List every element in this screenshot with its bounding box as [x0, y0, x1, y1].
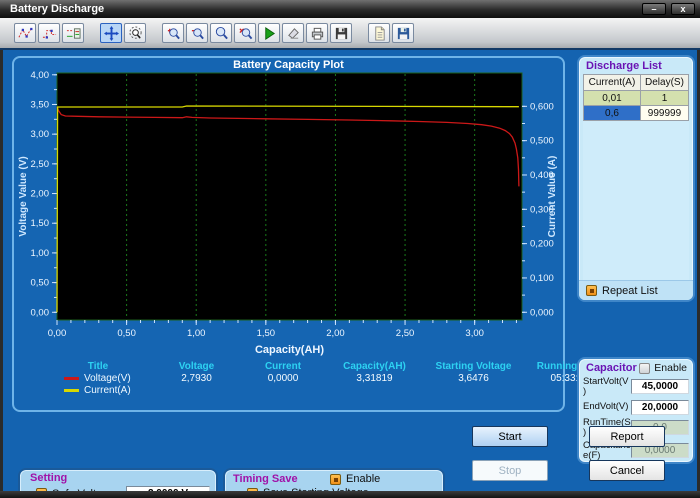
- stop-button: Stop: [472, 460, 548, 481]
- zoom-region-icon[interactable]: [124, 23, 146, 43]
- repeat-list-row: Repeat List: [579, 280, 693, 300]
- capacitor-title: Capacitor: [586, 362, 637, 374]
- zoom-reset-icon[interactable]: [234, 23, 256, 43]
- erase-icon[interactable]: [282, 23, 304, 43]
- svg-text:Current Value (A): Current Value (A): [547, 156, 558, 238]
- report-button[interactable]: Report: [589, 426, 665, 447]
- timing-enable-label: Enable: [346, 473, 380, 485]
- svg-text:0,00: 0,00: [31, 307, 50, 318]
- discharge-list-title: Discharge List: [579, 57, 693, 74]
- svg-text:Capacity(AH): Capacity(AH): [255, 344, 324, 356]
- legend-value-capacity: 3,31819: [327, 373, 422, 384]
- svg-text:0,100: 0,100: [530, 273, 554, 284]
- battery-capacity-chart[interactable]: 0,00 0,50 1,00 1,50 2,00 2,50 3,00 0,00 0,50 1,00…: [14, 71, 567, 359]
- voltage-swatch-icon: [64, 377, 79, 380]
- timing-enable-checkbox[interactable]: [330, 474, 341, 485]
- svg-text:1,00: 1,00: [31, 248, 50, 259]
- legend-header-voltage: Voltage: [154, 361, 239, 372]
- close-button[interactable]: x: [671, 3, 695, 15]
- legend-header-starting-voltage: Starting Voltage: [422, 361, 525, 372]
- title-bar: Battery Discharge – x: [0, 0, 700, 18]
- capacitor-enable-checkbox[interactable]: [639, 363, 650, 374]
- svg-text:0,000: 0,000: [530, 307, 554, 318]
- legend-item-voltage: Voltage(V): [42, 373, 154, 384]
- capacitor-enable-label: Enable: [654, 362, 687, 374]
- svg-text:3,00: 3,00: [31, 129, 50, 140]
- toolbar: [0, 18, 700, 50]
- legend-value-current: 0,0000: [239, 373, 327, 384]
- startvolt-label: StartVolt(V): [583, 377, 631, 397]
- svg-text:0,00: 0,00: [48, 328, 67, 339]
- window-title: Battery Discharge: [0, 3, 642, 15]
- capacitor-panel: Capacitor Enable StartVolt(V) EndVolt(V)…: [577, 357, 695, 464]
- curve-step-icon[interactable]: [38, 23, 60, 43]
- startvolt-field[interactable]: [631, 379, 689, 394]
- minimize-button[interactable]: –: [642, 3, 666, 15]
- svg-text:1,00: 1,00: [187, 328, 206, 339]
- svg-text:1,50: 1,50: [31, 218, 50, 229]
- repeat-list-checkbox[interactable]: [586, 285, 597, 296]
- battery-capacity-plot-panel: Battery Capacity Plot 0,00 0,50 1,00 1,50 2,…: [12, 56, 565, 412]
- svg-text:0,200: 0,200: [530, 239, 554, 250]
- discharge-table: Current(A) Delay(S) 0,01 1 0,6 999999: [583, 74, 689, 121]
- window-bottom-edge: [0, 491, 700, 498]
- legend-value-starting-voltage: 3,6476: [422, 373, 525, 384]
- setting-title: Setting: [26, 471, 210, 484]
- svg-text:2,00: 2,00: [326, 328, 345, 339]
- zoom-in-icon[interactable]: [162, 23, 184, 43]
- svg-text:3,50: 3,50: [31, 99, 50, 110]
- curve-legend-icon[interactable]: [62, 23, 84, 43]
- svg-text:1,50: 1,50: [257, 328, 276, 339]
- svg-text:0,50: 0,50: [117, 328, 136, 339]
- svg-text:2,00: 2,00: [31, 189, 50, 200]
- svg-text:Voltage Value (V): Voltage Value (V): [18, 156, 29, 236]
- discharge-list-panel: Discharge List Current(A) Delay(S) 0,01 …: [577, 55, 695, 302]
- svg-text:4,00: 4,00: [31, 71, 50, 81]
- svg-text:0,600: 0,600: [530, 101, 554, 112]
- run-icon[interactable]: [258, 23, 280, 43]
- discharge-col-delay: Delay(S): [640, 75, 688, 91]
- svg-text:2,50: 2,50: [396, 328, 415, 339]
- report-file-icon[interactable]: [368, 23, 390, 43]
- save-data-icon[interactable]: [392, 23, 414, 43]
- pan-tool-icon[interactable]: [100, 23, 122, 43]
- zoom-window-icon[interactable]: [210, 23, 232, 43]
- legend-header-current: Current: [239, 361, 327, 372]
- endvolt-field[interactable]: [631, 400, 689, 415]
- repeat-list-label: Repeat List: [602, 285, 658, 297]
- battery-discharge-window: Battery Discharge – x Battery Capacity P…: [0, 0, 700, 498]
- curve-points-icon[interactable]: [14, 23, 36, 43]
- save-icon[interactable]: [330, 23, 352, 43]
- table-row[interactable]: 0,01 1: [584, 91, 689, 106]
- discharge-col-current: Current(A): [584, 75, 641, 91]
- zoom-out-icon[interactable]: [186, 23, 208, 43]
- table-row[interactable]: 0,6 999999: [584, 106, 689, 121]
- start-button[interactable]: Start: [472, 426, 548, 447]
- svg-text:0,50: 0,50: [31, 278, 50, 289]
- legend-header-capacity: Capacity(AH): [327, 361, 422, 372]
- chart-title: Battery Capacity Plot: [14, 58, 563, 71]
- print-icon[interactable]: [306, 23, 328, 43]
- window-body: Battery Capacity Plot 0,00 0,50 1,00 1,50 2,…: [3, 50, 697, 491]
- svg-text:3,00: 3,00: [465, 328, 484, 339]
- legend-item-current: Current(A): [42, 385, 154, 396]
- svg-text:2,50: 2,50: [31, 159, 50, 170]
- discharge-list-empty-area[interactable]: [583, 121, 689, 280]
- svg-text:0,500: 0,500: [530, 136, 554, 147]
- timing-save-title: Timing Save: [233, 473, 325, 485]
- legend-value-voltage: 2,7930: [154, 373, 239, 384]
- legend-header-title: Title: [42, 361, 154, 372]
- endvolt-label: EndVolt(V): [583, 402, 631, 412]
- cancel-button[interactable]: Cancel: [589, 460, 665, 481]
- chart-legend: Title Voltage Current Capacity(AH) Start…: [42, 361, 557, 396]
- current-swatch-icon: [64, 389, 79, 392]
